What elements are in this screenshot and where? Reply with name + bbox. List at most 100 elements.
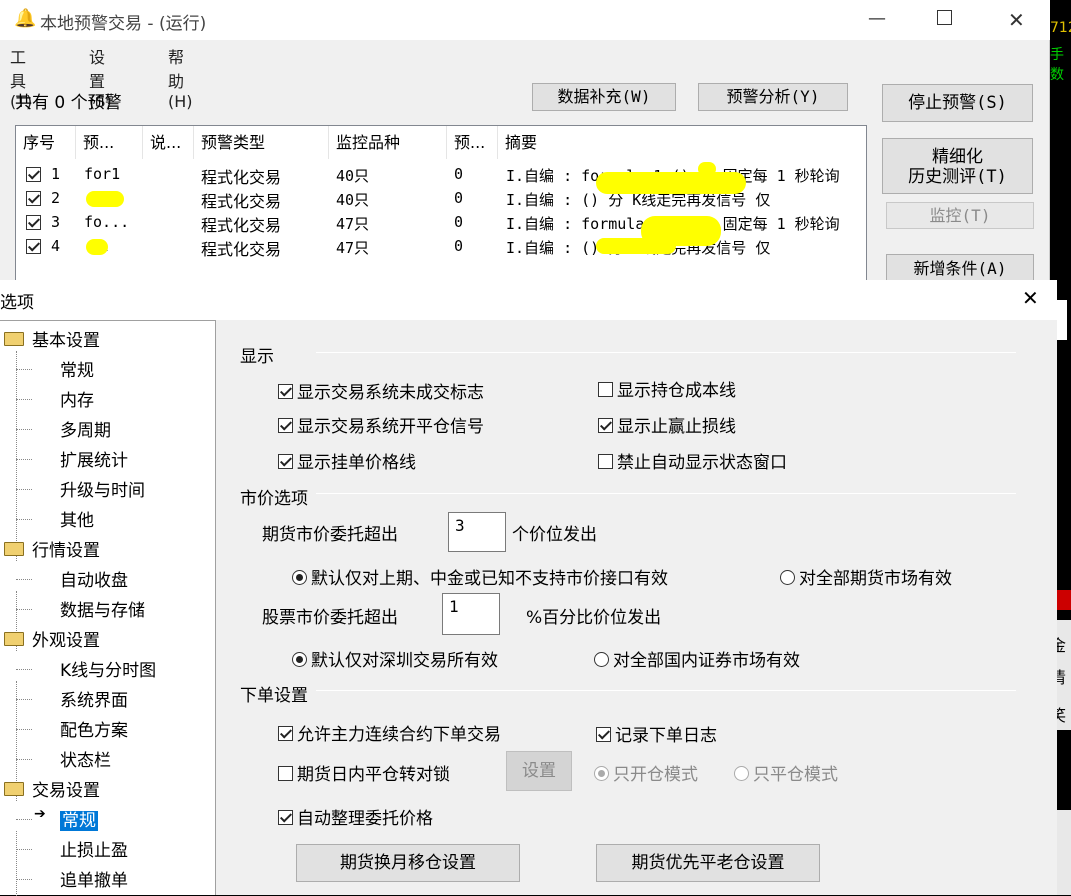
tree-item[interactable]: ➔ 常规 [16,806,98,831]
tree-label: 常规 [60,811,98,831]
futures-radio-default[interactable]: 默认仅对上期、中金或已知不支持市价接口有效 [292,564,668,589]
row-checkbox[interactable] [26,191,41,206]
opt-show-stop-line[interactable]: 显示止赢止损线 [598,412,736,437]
tree-label: 追单撤单 [60,871,128,891]
tree-item[interactable]: 升级与时间 [16,476,145,501]
tree-item[interactable]: 系统界面 [16,686,128,711]
futures-ticks-input[interactable]: 3 [448,512,506,552]
monitor-button[interactable]: 监控(T) [886,202,1034,229]
tree-item[interactable]: 内存 [16,386,94,411]
tree-category[interactable]: 行情设置 [4,536,100,561]
col-header[interactable]: 序号 [16,126,76,159]
radio[interactable] [292,569,307,585]
stock-percent-input[interactable]: 1 [442,593,500,635]
col-header[interactable]: 摘要 [498,126,866,159]
row-checkbox[interactable] [26,167,41,182]
tree-label: 外观设置 [32,631,100,651]
stop-alert-button[interactable]: 停止预警(S) [882,84,1033,122]
minimize-icon[interactable]: — [868,8,886,29]
alert-count-label: 共有 0 个预警 [15,93,122,113]
checkbox[interactable] [278,725,293,741]
maximize-icon[interactable] [937,10,952,25]
radio-close-only[interactable]: 只平仓模式 [734,760,838,785]
row-no: 4 [51,237,61,255]
row-val: 0 [454,189,464,207]
tree-label: 扩展统计 [60,451,128,471]
opt-show-pending-line[interactable]: 显示挂单价格线 [278,448,416,473]
menu-help[interactable]: 帮助(H) [168,44,193,111]
row-name: fo... [84,213,130,231]
radio[interactable] [780,569,795,585]
tree-item[interactable]: 常规 [16,356,94,381]
futures-radio-all[interactable]: 对全部期货市场有效 [780,564,952,589]
opt-show-cost-line[interactable]: 显示持仓成本线 [598,376,736,401]
table-row[interactable]: 3 fo... 程式化交易 47只 0 I.自编 : formular1 () … [16,211,866,235]
radio[interactable] [292,651,307,667]
alert-list[interactable]: 序号 预... 说... 预警类型 监控品种 预... 摘要 1 for1 程式… [15,125,867,285]
stock-radio-default[interactable]: 默认仅对深圳交易所有效 [292,646,498,671]
checkbox[interactable] [278,809,293,825]
tree-item[interactable]: K线与分时图 [16,656,157,681]
opt-intraday-lock[interactable]: 期货日内平仓转对锁 [278,760,450,785]
radio[interactable] [594,651,609,667]
checkbox[interactable] [598,417,613,433]
section-order: 下单设置 [240,686,308,706]
section-market: 市价选项 [240,489,308,509]
row-varieties: 40只 [336,167,370,185]
tree-item[interactable]: 追单撤单 [16,866,128,891]
row-checkbox[interactable] [26,239,41,254]
tree-category[interactable]: 基本设置 [4,326,100,351]
opt-show-signal[interactable]: 显示交易系统开平仓信号 [278,412,484,437]
col-header[interactable]: 预警类型 [194,126,329,159]
data-fill-button[interactable]: 数据补充(W) [532,83,676,111]
tree-label: K线与分时图 [60,661,157,681]
checkbox[interactable] [598,453,613,469]
close-icon[interactable]: ✕ [1008,8,1025,32]
checkbox[interactable] [278,417,293,433]
checkbox[interactable] [278,453,293,469]
tree-item[interactable]: 自动收盘 [16,566,128,591]
dialog-close-icon[interactable]: ✕ [1022,286,1039,310]
tree-item[interactable]: 其他 [16,506,94,531]
tree-item[interactable]: 扩展统计 [16,446,128,471]
tree-label: 配色方案 [60,721,128,741]
tree-item[interactable]: 数据与存储 [16,596,145,621]
col-header[interactable]: 预... [76,126,143,159]
table-row[interactable]: 4 ... 程式化交易 47只 0 I.自编 : () 分 K线走完再发信号 仅 [16,235,866,259]
close-old-first-button[interactable]: 期货优先平老仓设置 [596,844,820,882]
opt-show-unfilled[interactable]: 显示交易系统未成交标志 [278,378,484,403]
tree-category[interactable]: 交易设置 [4,776,100,801]
col-header[interactable]: 预... [447,126,498,159]
col-header[interactable]: 监控品种 [329,126,447,159]
stock-radio-all[interactable]: 对全部国内证券市场有效 [594,646,800,671]
checkbox[interactable] [278,383,293,399]
radio[interactable] [594,765,609,781]
settings-tree[interactable]: 基本设置 常规 内存 多周期 扩展统计 升级与时间 其他 行情设置 自动收盘 数据与存储 外观设置 K… [0,320,216,896]
col-header[interactable]: 说... [143,126,194,159]
tree-item[interactable]: 多周期 [16,416,111,441]
alert-analysis-button[interactable]: 预警分析(Y) [698,83,848,111]
row-type: 程式化交易 [201,192,282,211]
redaction-mark [86,191,124,207]
opt-auto-price[interactable]: 自动整理委托价格 [278,804,433,829]
radio-open-only[interactable]: 只开仓模式 [594,760,698,785]
futures-rollover-button[interactable]: 期货换月移仓设置 [296,844,520,882]
row-checkbox[interactable] [26,215,41,230]
opt-order-log[interactable]: 记录下单日志 [596,721,717,746]
opt-allow-main-contract[interactable]: 允许主力连续合约下单交易 [278,720,501,745]
tree-label: 系统界面 [60,691,128,711]
tree-item[interactable]: 止损止盈 [16,836,128,861]
tree-category[interactable]: 外观设置 [4,626,100,651]
opt-disable-status-window[interactable]: 禁止自动显示状态窗口 [598,448,787,473]
checkbox[interactable] [598,381,613,397]
radio[interactable] [734,765,749,781]
row-no: 1 [51,165,61,183]
refine-backtest-button[interactable]: 精细化 历史测评(T) [882,138,1033,194]
checkbox[interactable] [278,765,293,781]
tree-item[interactable]: 配色方案 [16,716,128,741]
tree-label: 状态栏 [60,751,111,771]
window-title: 本地预警交易 - (运行) [40,14,207,34]
tree-item[interactable]: 状态栏 [16,746,111,771]
lock-settings-button[interactable]: 设置 [506,751,572,791]
checkbox[interactable] [596,726,611,742]
